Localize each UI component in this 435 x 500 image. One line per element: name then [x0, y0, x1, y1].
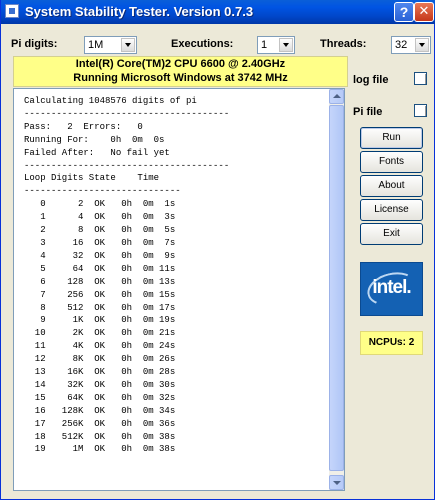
app-icon	[5, 4, 19, 18]
license-button[interactable]: License	[360, 199, 423, 221]
intel-logo-text: intel.	[372, 277, 411, 298]
executions-label: Executions:	[171, 38, 234, 50]
intel-logo: intel.	[360, 262, 423, 316]
threads-label: Threads:	[320, 38, 367, 50]
exit-button[interactable]: Exit	[360, 223, 423, 245]
log-row: 5 64 OK 0h 0m 11s	[24, 263, 176, 274]
log-line: Pass: 2 Errors: 0	[24, 121, 143, 132]
scroll-down-icon[interactable]	[329, 475, 344, 490]
log-row: 16 128K OK 0h 0m 34s	[24, 405, 176, 416]
log-row: 19 1M OK 0h 0m 38s	[24, 444, 176, 455]
main-window: System Stability Tester. Version 0.7.3 ?…	[0, 0, 435, 500]
executions-value: 1	[261, 39, 268, 51]
threads-select[interactable]: 32	[391, 36, 431, 54]
log-row: 8 512 OK 0h 0m 17s	[24, 302, 176, 313]
log-row: 9 1K OK 0h 0m 19s	[24, 315, 176, 326]
log-row: 6 128 OK 0h 0m 13s	[24, 276, 176, 287]
pi-digits-label: Pi digits:	[11, 38, 58, 50]
output-log-text: Calculating 1048576 digits of pi --------…	[24, 95, 229, 456]
log-line: --------------------------------------	[24, 160, 230, 171]
ncpus-badge: NCPUs: 2	[360, 331, 423, 355]
log-row: 10 2K OK 0h 0m 21s	[24, 328, 176, 339]
log-row: 7 256 OK 0h 0m 15s	[24, 289, 176, 300]
log-row: 3 16 OK 0h 0m 7s	[24, 237, 176, 248]
log-row: 17 256K OK 0h 0m 36s	[24, 418, 176, 429]
threads-value: 32	[395, 39, 408, 51]
log-row: 4 32 OK 0h 0m 9s	[24, 250, 176, 261]
help-button[interactable]: ?	[394, 2, 414, 22]
log-row: 1 4 OK 0h 0m 3s	[24, 212, 176, 223]
chevron-down-icon[interactable]	[121, 38, 135, 52]
pi-digits-select[interactable]: 1M	[84, 36, 137, 54]
title-bar[interactable]: System Stability Tester. Version 0.7.3 ?…	[1, 0, 435, 24]
scroll-thumb[interactable]	[329, 105, 344, 471]
fonts-button[interactable]: Fonts	[360, 151, 423, 173]
log-line: Calculating 1048576 digits of pi	[24, 96, 197, 106]
log-row: 12 8K OK 0h 0m 26s	[24, 354, 176, 365]
cpu-info-banner: Intel(R) Core(TM)2 CPU 6600 @ 2.40GHz Ru…	[13, 56, 348, 87]
window-title: System Stability Tester. Version 0.7.3	[25, 4, 254, 19]
log-line: --------------------------------------	[24, 108, 230, 119]
pi-file-label: Pi file	[353, 106, 383, 118]
log-row: 14 32K OK 0h 0m 30s	[24, 379, 176, 390]
right-edge-mark	[425, 106, 430, 116]
log-row: 18 512K OK 0h 0m 38s	[24, 431, 176, 442]
log-line: Failed After: No fail yet	[24, 147, 170, 158]
cpu-os-speed: Running Microsoft Windows at 3742 MHz	[73, 72, 288, 84]
chevron-down-icon[interactable]	[279, 38, 293, 52]
about-button[interactable]: About	[360, 175, 423, 197]
close-button[interactable]: ✕	[414, 2, 434, 22]
cpu-model: Intel(R) Core(TM)2 CPU 6600 @ 2.40GHz	[75, 58, 286, 70]
chevron-down-icon[interactable]	[415, 38, 429, 52]
pi-digits-value: 1M	[88, 39, 104, 51]
output-log[interactable]: Calculating 1048576 digits of pi --------…	[13, 88, 345, 491]
run-button[interactable]: Run	[360, 127, 423, 149]
log-line: -----------------------------	[24, 186, 181, 197]
log-row: 13 16K OK 0h 0m 28s	[24, 367, 176, 378]
log-line: Loop Digits State Time	[24, 173, 160, 184]
log-file-label: log file	[353, 74, 389, 86]
right-edge-mark	[425, 74, 430, 84]
output-scrollbar[interactable]	[329, 89, 344, 490]
log-row: 15 64K OK 0h 0m 32s	[24, 392, 176, 403]
log-row: 2 8 OK 0h 0m 5s	[24, 225, 176, 236]
executions-select[interactable]: 1	[257, 36, 295, 54]
scroll-up-icon[interactable]	[329, 89, 344, 104]
log-line: Running For: 0h 0m 0s	[24, 134, 165, 145]
log-row: 11 4K OK 0h 0m 24s	[24, 341, 176, 352]
log-row: 0 2 OK 0h 0m 1s	[24, 199, 176, 210]
